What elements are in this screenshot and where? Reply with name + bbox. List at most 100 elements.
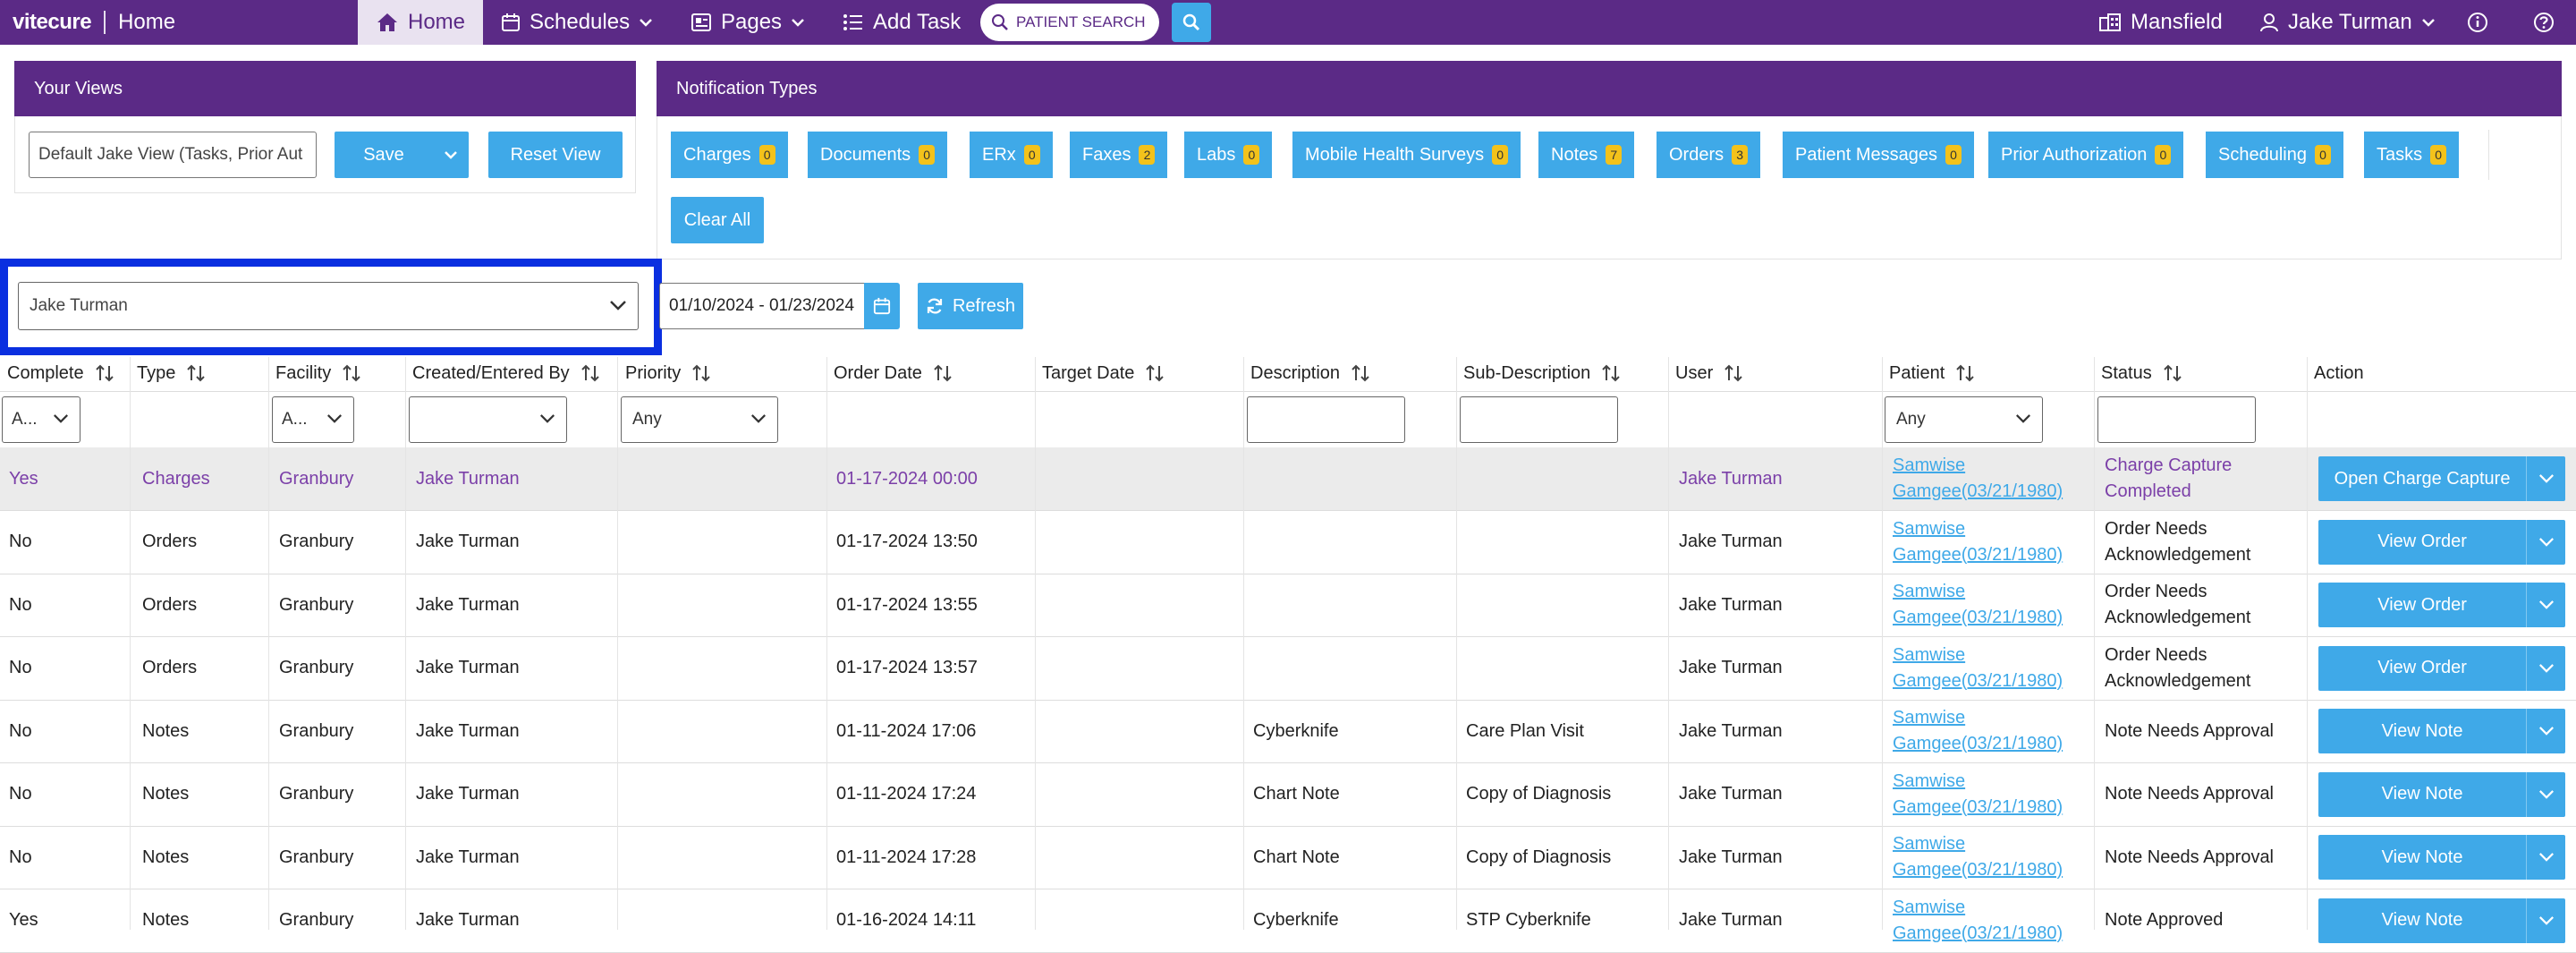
row-action-button[interactable]: Open Charge Capture [2318, 456, 2565, 501]
col-header-facility[interactable]: Facility [275, 360, 361, 387]
col-header-priority[interactable]: Priority [625, 360, 711, 387]
row-action-dropdown[interactable] [2526, 835, 2565, 880]
row-action-dropdown[interactable] [2526, 709, 2565, 753]
row-action-button[interactable]: View Note [2318, 835, 2565, 880]
patient-link[interactable]: Samwise Gamgee(03/21/1980) [1893, 516, 2063, 568]
row-action-dropdown[interactable] [2526, 645, 2565, 691]
table-row[interactable]: No Notes Granbury Jake Turman 01-11-2024 17:… [0, 700, 2576, 763]
table-row[interactable]: No Orders Granbury Jake Turman 01-17-2024 13… [0, 637, 2576, 701]
cell-patient[interactable]: Samwise Gamgee(03/21/1980) [1893, 511, 2063, 574]
patient-link[interactable]: Samwise Gamgee(03/21/1980) [1893, 705, 2063, 757]
date-picker-button[interactable] [864, 283, 900, 329]
patient-link[interactable]: Samwise Gamgee(03/21/1980) [1893, 642, 2063, 694]
col-header-order-date[interactable]: Order Date [834, 360, 953, 387]
notif-erx[interactable]: ERx 0 [970, 132, 1053, 178]
priority-filter-select[interactable]: Any [621, 396, 778, 443]
patient-link[interactable]: Samwise Gamgee(03/21/1980) [1893, 831, 2063, 883]
nav-pages[interactable]: Pages [691, 0, 805, 45]
patient-link[interactable]: Samwise Gamgee(03/21/1980) [1893, 453, 2063, 505]
row-action-dropdown[interactable] [2526, 456, 2565, 501]
complete-filter-select[interactable]: A... [2, 396, 80, 443]
notif-prior-authorization[interactable]: Prior Authorization 0 [1988, 132, 2184, 178]
save-view-dropdown[interactable] [433, 132, 469, 178]
patient-link[interactable]: Samwise Gamgee(03/21/1980) [1893, 769, 2063, 821]
col-header-created-by[interactable]: Created/Entered By [412, 360, 600, 387]
table-row[interactable]: Yes Notes Granbury Jake Turman 01-16-2024 14… [0, 889, 2576, 953]
patient-link[interactable]: Samwise Gamgee(03/21/1980) [1893, 579, 2063, 631]
location-selector[interactable]: Mansfield [2098, 0, 2223, 45]
pages-icon [691, 13, 711, 31]
patient-filter-select[interactable]: Any [1885, 396, 2043, 443]
col-header-user[interactable]: User [1675, 360, 1743, 387]
col-header-description[interactable]: Description [1250, 360, 1370, 387]
cell-patient[interactable]: Samwise Gamgee(03/21/1980) [1893, 637, 2063, 700]
notif-count-badge: 2 [1139, 145, 1156, 165]
notif-notes[interactable]: Notes 7 [1538, 132, 1635, 178]
column-divider [1456, 357, 1457, 930]
row-action-button[interactable]: View Order [2318, 645, 2565, 691]
col-header-patient[interactable]: Patient [1889, 360, 1975, 387]
notif-tasks[interactable]: Tasks 0 [2364, 132, 2460, 178]
table-row[interactable]: Yes Charges Granbury Jake Turman 01-17-2024 … [0, 447, 2576, 511]
table-row[interactable]: No Notes Granbury Jake Turman 01-11-2024 17:… [0, 826, 2576, 889]
save-view-button[interactable]: Save [335, 132, 469, 178]
cell-facility: Granbury [279, 658, 354, 677]
status-filter-input[interactable] [2097, 396, 2256, 443]
clear-all-button[interactable]: Clear All [671, 197, 764, 243]
sub-description-filter-input[interactable] [1460, 396, 1618, 443]
notif-charges[interactable]: Charges 0 [671, 132, 788, 178]
nav-home[interactable]: Home [358, 0, 483, 45]
col-header-sub-description[interactable]: Sub-Description [1463, 360, 1621, 387]
row-action-button[interactable]: View Note [2318, 771, 2565, 817]
created-by-filter-select[interactable] [409, 396, 567, 443]
patient-search-input[interactable]: PATIENT SEARCH [980, 4, 1159, 41]
table-row[interactable]: No Notes Granbury Jake Turman 01-11-2024 17:… [0, 763, 2576, 827]
notif-label: Orders [1669, 144, 1724, 165]
col-header-complete[interactable]: Complete [7, 360, 114, 387]
patient-link[interactable]: Samwise Gamgee(03/21/1980) [1893, 895, 2063, 947]
row-action-dropdown[interactable] [2526, 898, 2565, 943]
date-range-input[interactable]: 01/10/2024 - 01/23/2024 [659, 283, 865, 329]
cell-patient[interactable]: Samwise Gamgee(03/21/1980) [1893, 574, 2063, 636]
nav-schedules[interactable]: Schedules [501, 0, 653, 45]
cell-patient[interactable]: Samwise Gamgee(03/21/1980) [1893, 826, 2063, 889]
row-action-dropdown[interactable] [2526, 771, 2565, 817]
cell-patient[interactable]: Samwise Gamgee(03/21/1980) [1893, 447, 2063, 510]
row-action-dropdown[interactable] [2526, 519, 2565, 565]
row-action-button[interactable]: View Note [2318, 898, 2565, 943]
row-action-button[interactable]: View Order [2318, 519, 2565, 565]
col-header-target-date[interactable]: Target Date [1042, 360, 1165, 387]
cell-patient[interactable]: Samwise Gamgee(03/21/1980) [1893, 889, 2063, 952]
user-menu[interactable]: Jake Turman [2259, 0, 2436, 45]
view-name-input[interactable]: Default Jake View (Tasks, Prior Aut [29, 132, 317, 178]
refresh-button[interactable]: Refresh [918, 283, 1023, 329]
notif-orders[interactable]: Orders 3 [1657, 132, 1761, 178]
notif-scheduling[interactable]: Scheduling 0 [2206, 132, 2343, 178]
cell-patient[interactable]: Samwise Gamgee(03/21/1980) [1893, 763, 2063, 826]
user-filter-select[interactable]: Jake Turman [18, 282, 639, 330]
col-header-type[interactable]: Type [137, 360, 206, 387]
row-action-button[interactable]: View Note [2318, 709, 2565, 753]
notif-mobile-health-surveys[interactable]: Mobile Health Surveys 0 [1292, 132, 1521, 178]
brand[interactable]: vitecure Home [13, 0, 175, 45]
nav-add-task[interactable]: Add Task [843, 0, 961, 45]
description-filter-input[interactable] [1247, 396, 1405, 443]
notif-patient-messages[interactable]: Patient Messages 0 [1783, 132, 1974, 178]
row-action-button[interactable]: View Order [2318, 583, 2565, 627]
help-button[interactable] [2533, 0, 2563, 45]
patient-search-button[interactable] [1172, 3, 1211, 42]
notif-label: Documents [820, 144, 911, 165]
facility-filter-select[interactable]: A... [272, 396, 354, 443]
table-row[interactable]: No Orders Granbury Jake Turman 01-17-2024 13… [0, 511, 2576, 574]
info-button[interactable] [2467, 0, 2497, 45]
table-row[interactable]: No Orders Granbury Jake Turman 01-17-2024 13… [0, 574, 2576, 637]
row-action-dropdown[interactable] [2526, 583, 2565, 627]
cell-order-date: 01-17-2024 00:00 [836, 468, 978, 489]
col-header-status[interactable]: Status [2101, 360, 2182, 387]
cell-patient[interactable]: Samwise Gamgee(03/21/1980) [1893, 700, 2063, 762]
notif-faxes[interactable]: Faxes 2 [1070, 132, 1168, 178]
reset-view-button[interactable]: Reset View [488, 132, 623, 178]
notif-labs[interactable]: Labs 0 [1184, 132, 1273, 178]
notif-documents[interactable]: Documents 0 [808, 132, 948, 178]
brand-page-label: Home [118, 10, 176, 34]
